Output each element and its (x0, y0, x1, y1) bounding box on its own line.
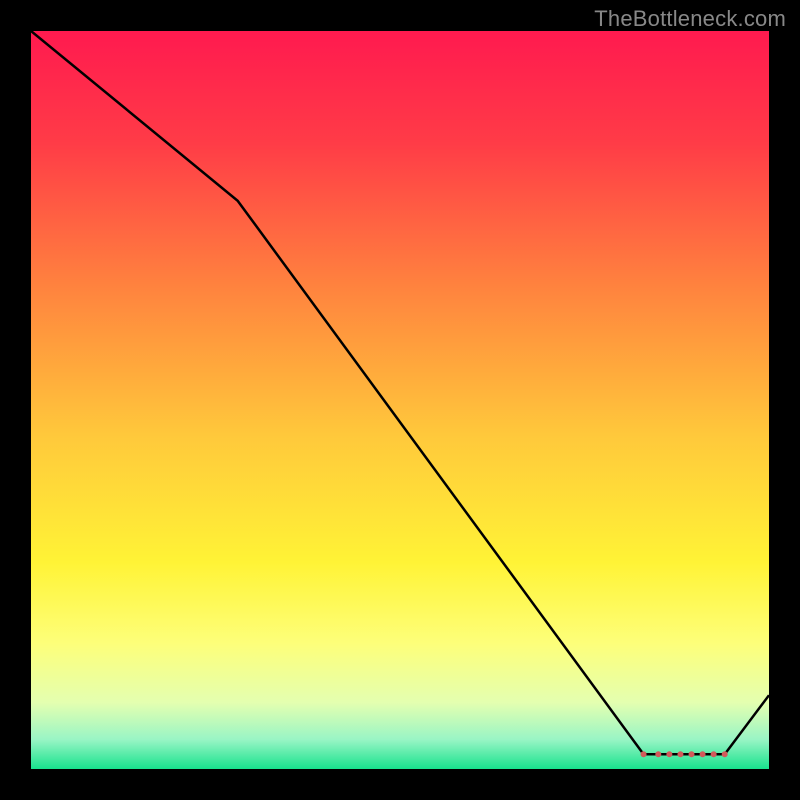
curve-marker (700, 751, 706, 757)
curve-marker (722, 751, 728, 757)
curve-marker (689, 751, 695, 757)
curve-marker (666, 751, 672, 757)
chart-svg (31, 31, 769, 769)
plot-area (31, 31, 769, 769)
curve-marker (641, 751, 647, 757)
gradient-background (31, 31, 769, 769)
watermark-text: TheBottleneck.com (594, 6, 786, 32)
curve-marker (677, 751, 683, 757)
chart-container: TheBottleneck.com (0, 0, 800, 800)
curve-marker (711, 751, 717, 757)
curve-marker (655, 751, 661, 757)
